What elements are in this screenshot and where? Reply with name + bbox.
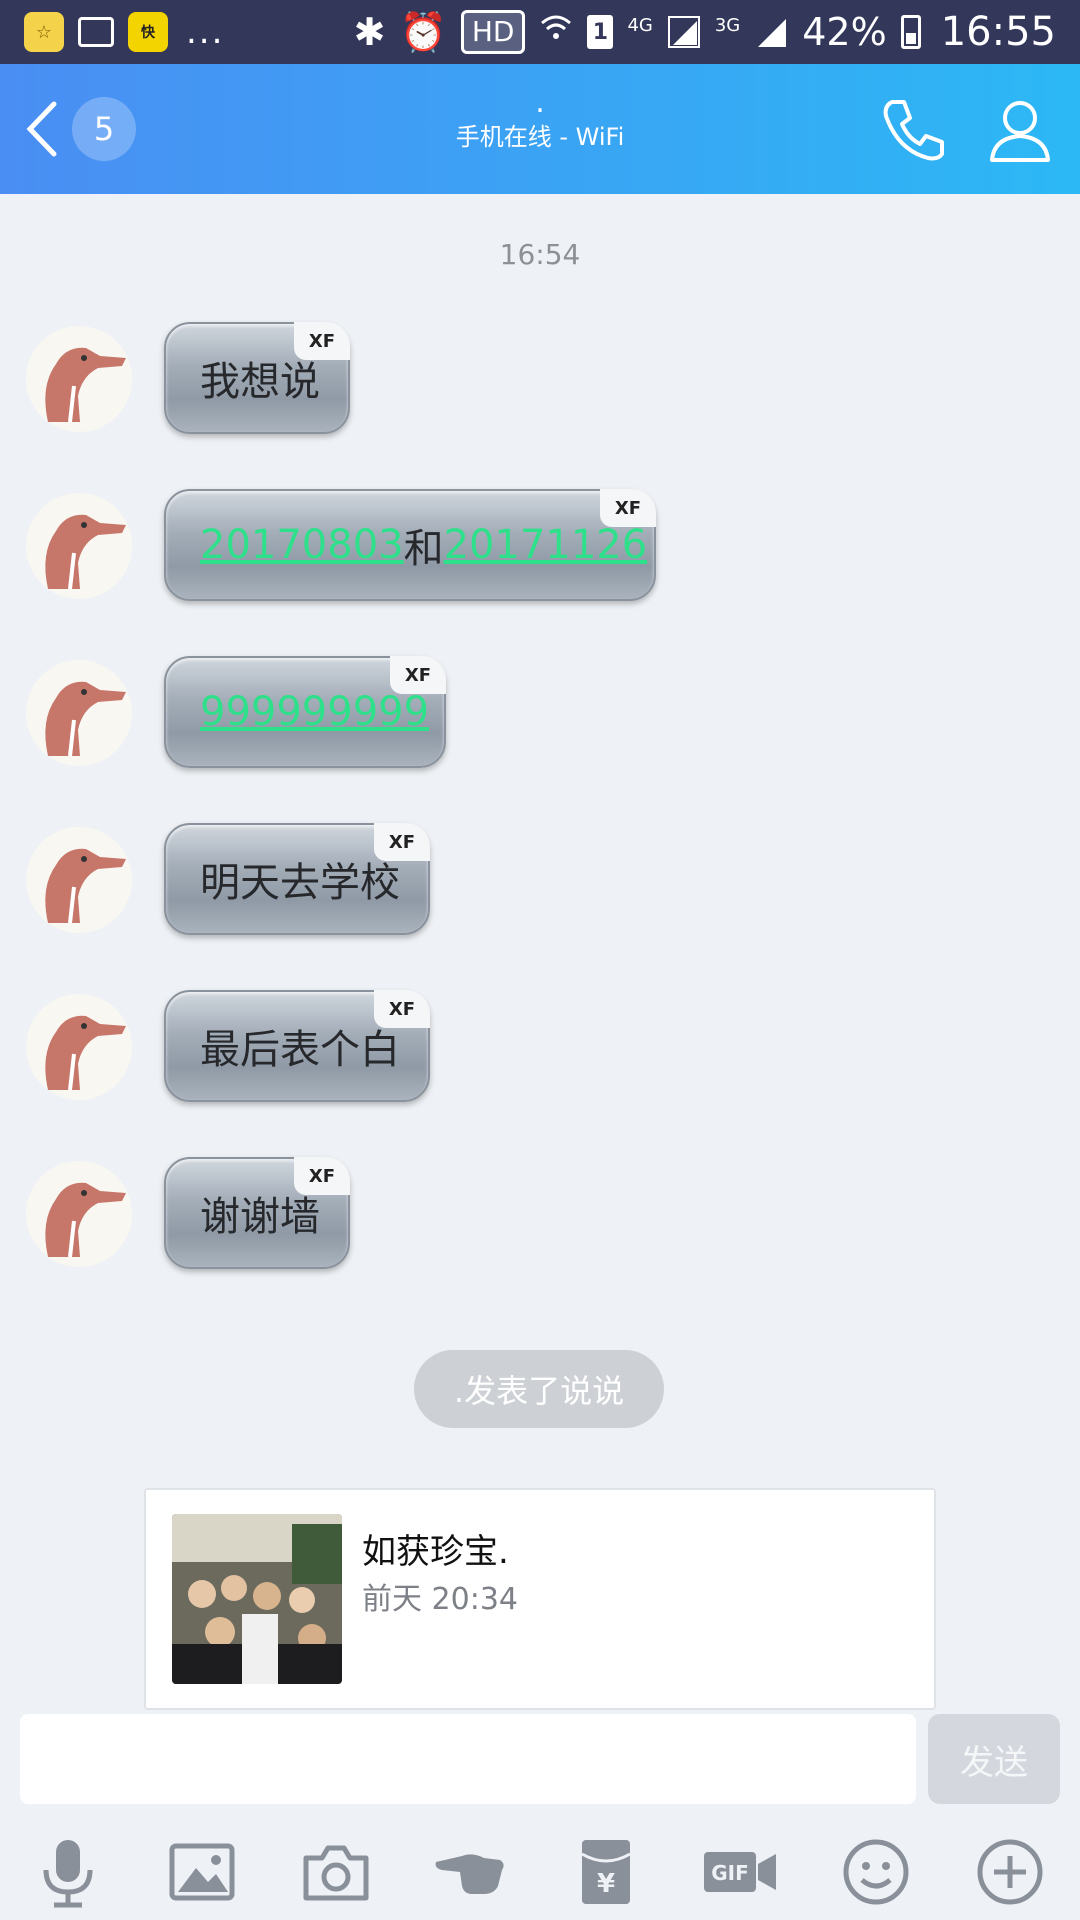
red-packet-button[interactable]: ¥ [566, 1832, 646, 1912]
message-text: 最后表个白 [200, 1027, 400, 1073]
contact-profile-button[interactable] [984, 94, 1056, 166]
kuaikan-notification-icon: 快 [128, 12, 168, 52]
hd-badge: HD [460, 10, 526, 54]
poke-hand-icon [435, 1854, 504, 1894]
sender-avatar[interactable] [26, 326, 132, 432]
clock: 16:55 [940, 9, 1056, 55]
post-title: 如获珍宝. [362, 1532, 509, 1572]
post-notice-pill: .发表了说说 [414, 1350, 664, 1428]
emoji-button[interactable] [836, 1832, 916, 1912]
back-button[interactable]: 5 [20, 96, 136, 162]
camera-icon [303, 1845, 369, 1901]
post-thumbnail [172, 1514, 342, 1684]
plus-icon [977, 1839, 1043, 1905]
message-row: 我想说 XF [0, 322, 1080, 446]
sender-avatar[interactable] [26, 493, 132, 599]
number-link[interactable]: 999999999 [200, 689, 429, 735]
contact-online-status: 手机在线 - WiFi [455, 123, 625, 151]
message-text: 明天去学校 [200, 860, 400, 906]
phone-call-button[interactable] [878, 94, 950, 166]
battery-percent: 42% [802, 10, 887, 54]
bubble-tag: XF [374, 823, 430, 861]
svg-text:GIF: GIF [711, 1861, 749, 1885]
message-row: 明天去学校 XF [0, 823, 1080, 947]
network-3g-label: 3G [714, 15, 741, 36]
alarm-icon: ⏰ [399, 9, 447, 54]
contact-name: . [535, 85, 545, 120]
sim-slot-badge: 1 [587, 15, 614, 49]
notification-icons: ☆ 快 ... [24, 12, 224, 52]
camera-button[interactable] [296, 1832, 376, 1912]
chevron-left-icon [26, 101, 57, 157]
network-4g-label: 4G [627, 15, 653, 36]
message-timestamp: 16:54 [499, 238, 581, 271]
sender-avatar[interactable] [26, 1161, 132, 1267]
chat-screen: ☆ 快 ... ✱ ⏰ HD 1 4G 3G 42% 16:55 5 . 手机在… [0, 0, 1080, 1920]
bubble-tag: XF [294, 322, 350, 360]
message-row: 999999999 XF [0, 656, 1080, 780]
voice-button[interactable] [28, 1832, 108, 1912]
gif-icon: GIF [704, 1852, 776, 1892]
gallery-button[interactable] [162, 1832, 242, 1912]
message-bubble[interactable]: 谢谢墙 XF [164, 1157, 350, 1269]
input-toolbar: ¥ GIF [0, 1822, 1080, 1912]
poke-button[interactable] [430, 1832, 510, 1912]
svg-text:¥: ¥ [597, 1869, 615, 1899]
bubble-tag: XF [390, 656, 446, 694]
more-options-button[interactable] [970, 1832, 1050, 1912]
bubble-tag: XF [374, 990, 430, 1028]
chat-header: 5 . 手机在线 - WiFi [0, 64, 1080, 194]
message-bubble[interactable]: 999999999 XF [164, 656, 446, 768]
app-notification-icon: ☆ [24, 12, 64, 52]
shared-post-card[interactable]: 如获珍宝. 前天 20:34 [144, 1488, 936, 1710]
red-envelope-icon: ¥ [581, 1840, 631, 1904]
sender-avatar[interactable] [26, 660, 132, 766]
message-input[interactable] [20, 1714, 916, 1804]
sender-avatar[interactable] [26, 827, 132, 933]
bluetooth-icon: ✱ [353, 10, 386, 54]
bubble-tag: XF [600, 489, 656, 527]
emoji-icon [843, 1839, 909, 1905]
message-input-row: 发送 [0, 1710, 1080, 1810]
person-icon [990, 101, 1050, 162]
gallery-notification-icon [78, 17, 114, 47]
sender-avatar[interactable] [26, 994, 132, 1100]
message-bubble[interactable]: 明天去学校 XF [164, 823, 430, 935]
message-bubble[interactable]: 我想说 XF [164, 322, 350, 434]
signal-3g-icon [758, 19, 787, 47]
battery-icon [900, 15, 921, 49]
message-row: 谢谢墙 XF [0, 1157, 1080, 1281]
system-indicators: ✱ ⏰ HD 1 4G 3G 42% 16:55 [354, 9, 1056, 55]
gif-button[interactable]: GIF [700, 1832, 780, 1912]
contact-title[interactable]: . 手机在线 - WiFi [300, 86, 780, 154]
unread-count-badge: 5 [72, 97, 136, 161]
message-row: 最后表个白 XF [0, 990, 1080, 1114]
phone-icon [883, 100, 944, 161]
microphone-icon [43, 1840, 93, 1908]
post-time: 前天 20:34 [362, 1582, 518, 1617]
status-bar: ☆ 快 ... ✱ ⏰ HD 1 4G 3G 42% 16:55 [0, 0, 1080, 64]
bubble-tag: XF [294, 1157, 350, 1195]
send-button[interactable]: 发送 [928, 1714, 1060, 1804]
wifi-icon [539, 10, 573, 54]
date-link[interactable]: 20170803 [200, 522, 404, 568]
message-row: 20170803 和 20171126 XF [0, 489, 1080, 613]
message-text: 和 [403, 526, 444, 572]
message-bubble[interactable]: 20170803 和 20171126 XF [164, 489, 656, 601]
image-icon [169, 1843, 235, 1901]
signal-4g-icon [667, 16, 700, 48]
more-notifications: ... [186, 12, 225, 52]
date-link[interactable]: 20171126 [444, 522, 648, 568]
message-bubble[interactable]: 最后表个白 XF [164, 990, 430, 1102]
